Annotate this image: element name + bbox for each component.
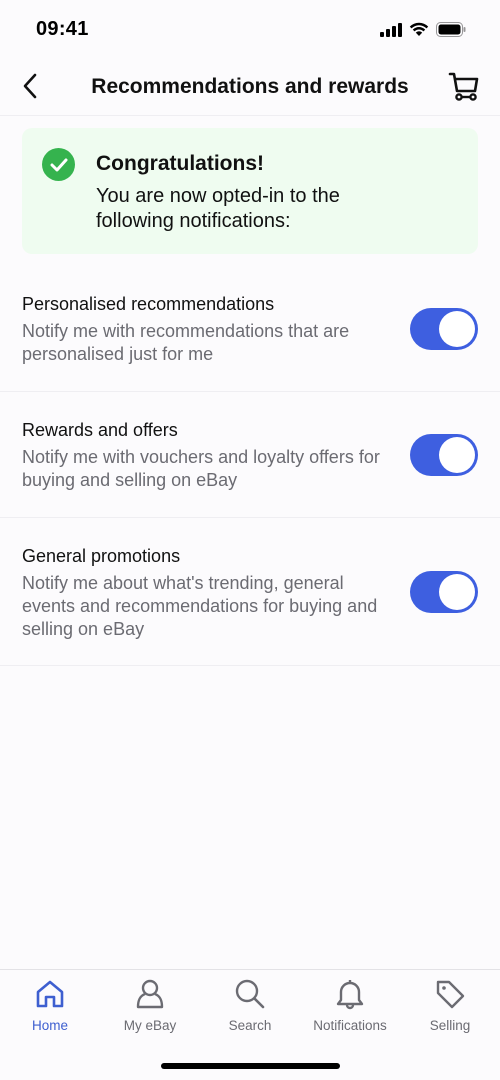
check-circle-icon <box>42 148 75 181</box>
page-title: Recommendations and rewards <box>91 75 409 98</box>
nav-header: Recommendations and rewards <box>0 60 500 116</box>
banner-text: You are now opted-in to the following no… <box>96 185 340 232</box>
setting-title: General promotions <box>22 546 181 566</box>
toggle-knob <box>439 311 475 347</box>
rewards-and-offers-toggle[interactable] <box>410 434 478 476</box>
wifi-icon <box>409 22 429 42</box>
toggle-knob <box>439 437 475 473</box>
tab-label: Search <box>228 1018 272 1033</box>
general-promotions-toggle[interactable] <box>410 571 478 613</box>
setting-general-promotions: General promotions Notify me about what'… <box>0 518 500 666</box>
tab-label: Notifications <box>313 1018 387 1033</box>
setting-title: Rewards and offers <box>22 420 178 440</box>
setting-description: Notify me with recommendations that are … <box>22 321 350 364</box>
battery-icon <box>436 22 466 42</box>
home-indicator <box>161 1063 340 1069</box>
banner-title: Congratulations! <box>96 152 264 175</box>
success-banner: Congratulations! You are now opted-in to… <box>22 128 478 254</box>
status-bar: 09:41 <box>0 0 500 60</box>
status-time: 09:41 <box>36 18 89 40</box>
user-icon <box>133 976 167 1012</box>
setting-description: Notify me about what's trending, general… <box>22 573 378 639</box>
tag-icon <box>433 976 467 1012</box>
tab-label: Home <box>31 1018 68 1033</box>
bell-icon <box>333 976 367 1012</box>
personalised-recommendations-toggle[interactable] <box>410 308 478 350</box>
cart-icon <box>448 70 480 107</box>
tab-selling[interactable]: Selling <box>400 976 500 1040</box>
status-icons <box>380 22 466 42</box>
toggle-knob <box>439 574 475 610</box>
tab-search[interactable]: Search <box>200 976 300 1040</box>
tab-notifications[interactable]: Notifications <box>300 976 400 1040</box>
tab-my-ebay[interactable]: My eBay <box>100 976 200 1040</box>
signal-icon <box>380 22 402 42</box>
cart-button[interactable] <box>446 70 482 106</box>
tab-home[interactable]: Home <box>0 976 100 1040</box>
setting-rewards-and-offers: Rewards and offers Notify me with vouche… <box>0 392 500 518</box>
setting-personalised-recommendations: Personalised recommendations Notify me w… <box>0 270 500 392</box>
home-icon <box>33 976 67 1012</box>
setting-title: Personalised recommendations <box>22 294 275 314</box>
tab-label: Selling <box>429 1018 471 1033</box>
search-icon <box>233 976 267 1012</box>
tab-label: My eBay <box>123 1018 177 1033</box>
setting-description: Notify me with vouchers and loyalty offe… <box>22 447 380 490</box>
